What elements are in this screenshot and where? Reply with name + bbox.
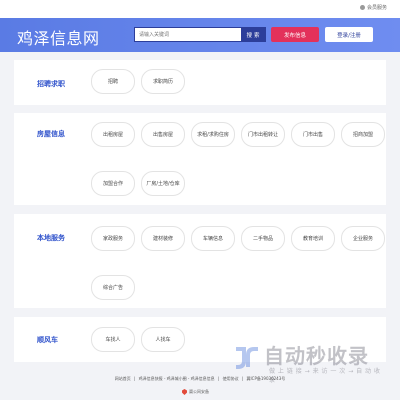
search-bar: 搜索: [134, 27, 266, 42]
footer-separator: |: [241, 376, 244, 381]
subcategory-item[interactable]: 车找人: [91, 327, 135, 352]
watermark-title: 自动秒收录: [264, 344, 369, 368]
subcategory-item[interactable]: 门市出租转让: [241, 122, 285, 147]
subcategory-item[interactable]: 教育培训: [291, 226, 335, 251]
footer-link-home[interactable]: 网站首页: [115, 376, 131, 381]
footer-badge[interactable]: 冀公网安备: [182, 389, 209, 395]
subcategory-item[interactable]: 求职简历: [141, 69, 185, 94]
footer-link-agreement[interactable]: 使用协议: [223, 376, 239, 381]
subcategory-item[interactable]: 门市出售: [291, 122, 335, 147]
post-info-button[interactable]: 发布信息: [271, 27, 319, 42]
subcategory-item[interactable]: 求租/求购住房: [191, 122, 235, 147]
subcategory-item[interactable]: 车辆信息: [191, 226, 235, 251]
category-card-jobs: 招聘求职 招聘 求职简历: [14, 60, 386, 105]
site-header: 鸡泽信息网 搜索 发布信息 登录/注册: [0, 18, 400, 52]
person-icon: [359, 5, 365, 10]
category-title[interactable]: 本地服务: [37, 233, 65, 243]
footer-separator: |: [217, 376, 220, 381]
subcategory-item[interactable]: 出租房屋: [91, 122, 135, 147]
search-button[interactable]: 搜索: [242, 27, 266, 42]
site-logo[interactable]: 鸡泽信息网: [17, 25, 100, 49]
watermark-logo-icon: [236, 347, 258, 369]
subcategory-item[interactable]: 加盟合作: [91, 171, 135, 196]
subcategory-item[interactable]: 厂房/土地/仓库: [141, 171, 185, 196]
subcategory-item[interactable]: 家政服务: [91, 226, 135, 251]
subcategory-item[interactable]: 建材装修: [141, 226, 185, 251]
subcategory-item[interactable]: 出售房屋: [141, 122, 185, 147]
footer-links: 网站首页 | 鸡泽信息快报 - 鸡泽城小圈 - 鸡泽信息信息 | 使用协议 | …: [0, 376, 400, 382]
member-service-link[interactable]: 会员服务: [359, 4, 387, 11]
subcategory-item[interactable]: 综合广告: [91, 275, 135, 300]
subcategory-item[interactable]: 招聘: [91, 69, 135, 94]
search-input[interactable]: [134, 27, 242, 42]
police-badge-icon: [182, 389, 187, 395]
category-title[interactable]: 顺风车: [37, 335, 58, 345]
subcategory-item[interactable]: 人找车: [141, 327, 185, 352]
subcategory-item[interactable]: 招商加盟: [341, 122, 385, 147]
category-title[interactable]: 招聘求职: [37, 79, 65, 89]
login-register-button[interactable]: 登录/注册: [325, 27, 373, 42]
subcategory-item[interactable]: 企业服务: [341, 226, 385, 251]
category-card-local-services: 本地服务 家政服务 建材装修 车辆信息 二手物品 教育培训 企业服务 综合广告: [14, 214, 386, 308]
footer-icp[interactable]: 冀ICP备19036243号: [247, 376, 286, 381]
category-title[interactable]: 房屋信息: [37, 129, 65, 139]
top-bar: 会员服务: [0, 0, 400, 18]
category-card-housing: 房屋信息 出租房屋 出售房屋 求租/求购住房 门市出租转让 门市出售 招商加盟 …: [14, 113, 386, 205]
footer-badge-label: 冀公网安备: [189, 389, 209, 394]
footer-link-news[interactable]: 鸡泽信息快报 - 鸡泽城小圈 - 鸡泽信息信息: [139, 376, 215, 381]
footer-separator: |: [134, 376, 136, 381]
subcategory-item[interactable]: 二手物品: [241, 226, 285, 251]
member-service-label: 会员服务: [366, 5, 387, 11]
